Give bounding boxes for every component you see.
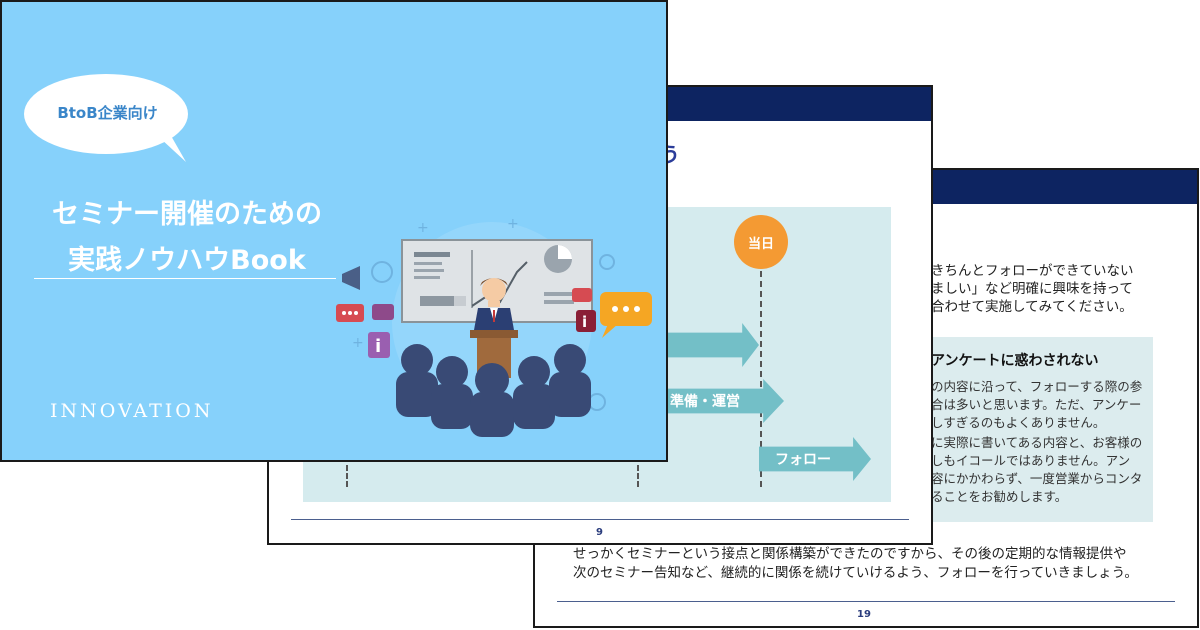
body-text-line: ましい」など明確に興味を持って bbox=[931, 281, 1133, 297]
tip-box-line: の内容に沿って、フォローする際の参 bbox=[931, 379, 1143, 394]
target-audience-badge: BtoB企業向け bbox=[57, 104, 158, 122]
seminar-illustration: + + + i i bbox=[336, 216, 652, 437]
cover-page: BtoB企業向け セミナー開催のための 実践ノウハウBook INNOVATIO… bbox=[0, 0, 668, 462]
closing-text-line: 次のセミナー告知など、継続的に関係を続けていけるよう、フォローを行っていきましょ… bbox=[573, 565, 1138, 581]
timeline-dashed-line bbox=[346, 465, 348, 487]
cover-title-line-2: 実践ノウハウBook bbox=[68, 245, 306, 276]
page-number: 9 bbox=[596, 527, 603, 538]
tip-box-line: 容にかかわらず、一度営業からコンタ bbox=[931, 471, 1143, 486]
tip-box-line: しもイコールではありません。アン bbox=[931, 453, 1131, 468]
closing-text-line: せっかくセミナーという接点と関係構築ができたのですから、その後の定期的な情報提供… bbox=[573, 546, 1127, 562]
body-text-line: 合わせて実施してみてください。 bbox=[931, 299, 1133, 315]
footer-rule bbox=[291, 519, 909, 520]
svg-text:+: + bbox=[417, 220, 429, 236]
tip-box-line: 合は多いと思います。ただ、アンケー bbox=[931, 397, 1142, 412]
svg-text:+: + bbox=[352, 335, 364, 351]
footer-rule bbox=[557, 601, 1175, 602]
timeline-dashed-line bbox=[637, 465, 639, 487]
tip-box-line: に実際に書いてある内容と、お客様の bbox=[931, 435, 1143, 450]
page-number: 19 bbox=[857, 609, 871, 620]
svg-text:i: i bbox=[582, 313, 587, 331]
brand-logo: INNOVATION bbox=[50, 400, 214, 422]
day-of-event-marker: 当日 bbox=[734, 215, 788, 269]
tip-box-line: ることをお勧めします。 bbox=[931, 489, 1068, 504]
body-text-line: きちんとフォローができていない bbox=[931, 263, 1134, 279]
cover-title-line-1: セミナー開催のための bbox=[52, 199, 322, 230]
target-speech-bubble: BtoB企業向け bbox=[20, 68, 195, 168]
svg-text:i: i bbox=[375, 336, 381, 357]
tip-box-heading: アンケートに惑わされない bbox=[931, 353, 1099, 369]
tip-box-line: しすぎるのもよくありません。 bbox=[931, 415, 1106, 430]
title-underline bbox=[34, 278, 336, 279]
svg-text:+: + bbox=[507, 216, 519, 232]
